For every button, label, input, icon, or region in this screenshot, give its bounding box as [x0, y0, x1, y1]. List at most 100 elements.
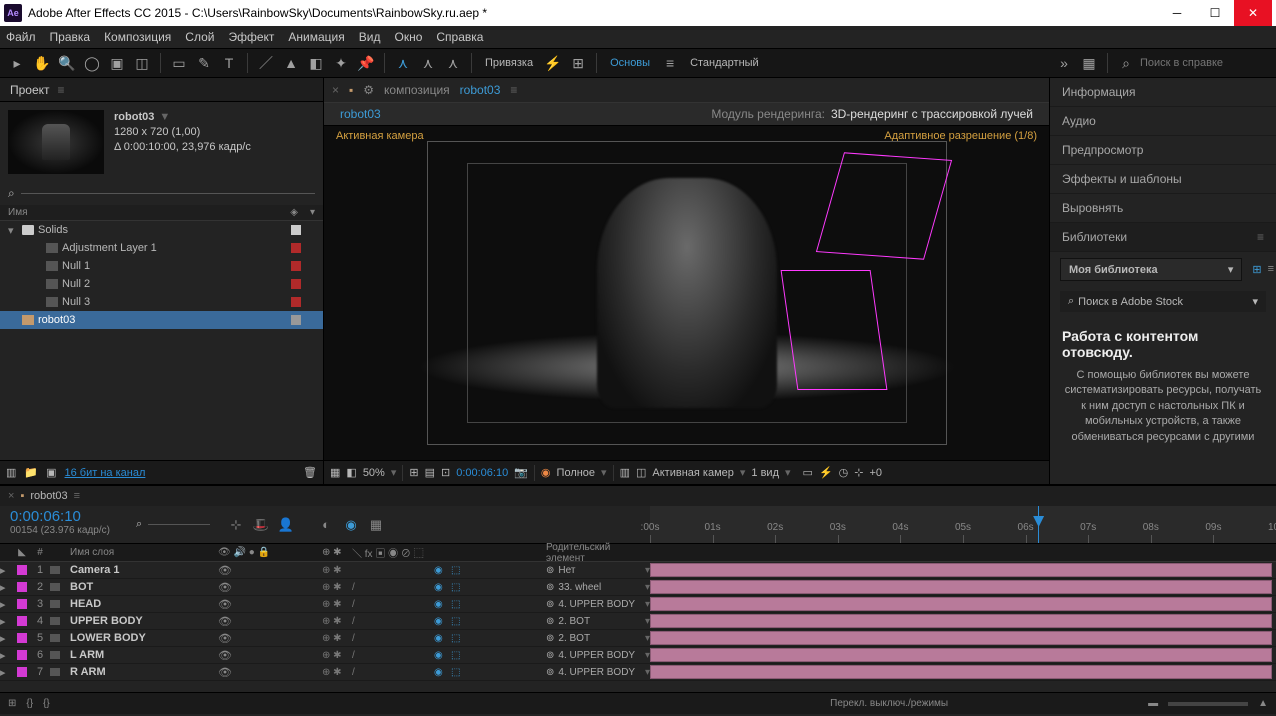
zoom-slider[interactable] — [1168, 702, 1248, 706]
layer-row[interactable]: ▸ 6 L ARM 👁 ⊕ ✱ / ◉ ⬚ ⊚4. UPPER BODY▾ — [0, 647, 1276, 664]
camera-tool-icon[interactable]: ◫ — [131, 52, 153, 74]
exposure-icon[interactable]: +0 — [869, 467, 882, 479]
pen-tool-icon[interactable]: ✎ — [193, 52, 215, 74]
menu-lines-icon[interactable]: ≡ — [659, 52, 681, 74]
menu-эффект[interactable]: Эффект — [228, 30, 274, 44]
panel-libraries[interactable]: Библиотеки≡ — [1050, 223, 1276, 252]
draft3d-icon[interactable]: 🎩 — [251, 515, 271, 535]
grid-icon[interactable]: ▦ — [330, 466, 340, 479]
viewport[interactable]: Активная камера Адаптивное разрешение (1… — [324, 126, 1049, 460]
brackets2-icon[interactable]: {} — [43, 698, 50, 709]
folder-row[interactable]: ▾ Solids — [0, 221, 323, 239]
library-dropdown[interactable]: Моя библиотека▾ — [1060, 258, 1242, 281]
asset-row[interactable]: Null 2 — [0, 275, 323, 293]
breadcrumb[interactable]: robot03 — [340, 107, 381, 121]
menu-файл[interactable]: Файл — [6, 30, 36, 44]
layer-row[interactable]: ▸ 2 BOT 👁 ⊕ ✱ / ◉ ⬚ ⊚33. wheel▾ — [0, 579, 1276, 596]
minimize-button[interactable]: ─ — [1158, 0, 1196, 26]
maximize-button[interactable]: ☐ — [1196, 0, 1234, 26]
asset-row[interactable]: robot03 — [0, 311, 323, 329]
selection-tool-icon[interactable]: ▸ — [6, 52, 28, 74]
search-icon[interactable]: ⌕ — [8, 186, 15, 201]
panel-audio[interactable]: Аудио — [1050, 107, 1276, 136]
layer-row[interactable]: ▸ 4 UPPER BODY 👁 ⊕ ✱ / ◉ ⬚ ⊚2. BOT▾ — [0, 613, 1276, 630]
asset-row[interactable]: Adjustment Layer 1 — [0, 239, 323, 257]
overflow-icon[interactable]: » — [1053, 52, 1075, 74]
snap-grid-icon[interactable]: ⊞ — [567, 52, 589, 74]
quality-dropdown[interactable]: Полное — [557, 467, 596, 479]
clone-tool-icon[interactable]: ▲ — [280, 52, 302, 74]
layer-row[interactable]: ▸ 1 Camera 1 👁 ⊕ ✱ ◉ ⬚ ⊚Нет▾ — [0, 562, 1276, 579]
playhead[interactable] — [1038, 506, 1039, 543]
zoom-tool-icon[interactable]: 🔍 — [56, 52, 78, 74]
timeline-ruler[interactable]: :00s01s02s03s04s05s06s07s08s09s10s — [650, 506, 1276, 543]
trash-icon[interactable]: 🗑 — [303, 466, 317, 479]
layer-row[interactable]: ▸ 7 R ARM 👁 ⊕ ✱ / ◉ ⬚ ⊚4. UPPER BODY▾ — [0, 664, 1276, 681]
cc-icon[interactable]: ▦ — [1078, 52, 1100, 74]
transparency-icon[interactable]: ▤ — [425, 466, 435, 479]
brush-tool-icon[interactable]: ／ — [255, 52, 277, 74]
puppet-tool-icon[interactable]: 📌 — [355, 52, 377, 74]
text-tool-icon[interactable]: T — [218, 52, 240, 74]
toggle-modes-button[interactable]: Перекл. выключ./режимы — [830, 698, 948, 709]
view-icon[interactable]: ◫ — [636, 466, 646, 479]
resolution-icon[interactable]: ⊞ — [409, 466, 418, 479]
comp-mini-flowchart-icon[interactable]: ⊹ — [226, 515, 246, 535]
view-count-dropdown[interactable]: 1 вид — [751, 467, 779, 479]
close-timeline-tab-icon[interactable]: × — [8, 490, 14, 502]
mask-toggle-icon[interactable]: ◧ — [346, 466, 356, 479]
axis-view-icon[interactable]: ⋏ — [442, 52, 464, 74]
orbit-tool-icon[interactable]: ◯ — [81, 52, 103, 74]
pixel-aspect-icon[interactable]: ▭ — [803, 466, 813, 479]
asset-row[interactable]: Null 3 — [0, 293, 323, 311]
flowchart-icon[interactable]: ⊹ — [854, 466, 863, 479]
channel-icon[interactable]: ◉ — [541, 466, 551, 479]
axis-local-icon[interactable]: ⋏ — [392, 52, 414, 74]
brackets-icon[interactable]: {} — [26, 698, 33, 709]
new-comp-icon[interactable]: ▣ — [46, 466, 56, 479]
camera-view-dropdown[interactable]: Активная камер — [652, 467, 733, 479]
workspace-label[interactable]: Стандартный — [684, 57, 765, 69]
current-time[interactable]: 0:00:06:10 — [456, 467, 508, 479]
guides-icon[interactable]: ⊡ — [441, 466, 450, 479]
timeline-current-time[interactable]: 0:00:06:10 — [10, 508, 118, 525]
fast-preview-icon[interactable]: ⚡ — [819, 466, 833, 479]
rectangle-tool-icon[interactable]: ▭ — [168, 52, 190, 74]
panel-preview[interactable]: Предпросмотр — [1050, 136, 1276, 165]
snap-toggle-icon[interactable]: ⚡ — [542, 52, 564, 74]
timeline-icon[interactable]: ◷ — [839, 466, 849, 479]
asset-row[interactable]: Null 1 — [0, 257, 323, 275]
graph-editor-icon[interactable]: ▦ — [366, 515, 386, 535]
menu-анимация[interactable]: Анимация — [288, 30, 344, 44]
menu-правка[interactable]: Правка — [50, 30, 91, 44]
layer-row[interactable]: ▸ 5 LOWER BODY 👁 ⊕ ✱ / ◉ ⬚ ⊚2. BOT▾ — [0, 630, 1276, 647]
zoom-dropdown[interactable]: 50% — [363, 467, 385, 479]
close-tab-icon[interactable]: × — [332, 83, 339, 97]
panel-align[interactable]: Выровнять — [1050, 194, 1276, 223]
folder-icon[interactable]: 📁 — [24, 466, 38, 479]
panel-info[interactable]: Информация — [1050, 78, 1276, 107]
view-layout-icon[interactable]: ▥ — [620, 466, 630, 479]
zoom-out-icon[interactable]: ▬ — [1148, 698, 1158, 709]
roto-tool-icon[interactable]: ✦ — [330, 52, 352, 74]
col-name[interactable]: Имя — [8, 207, 290, 218]
rotate-tool-icon[interactable]: ▣ — [106, 52, 128, 74]
menu-слой[interactable]: Слой — [185, 30, 214, 44]
adobe-stock-search[interactable]: ⌕ Поиск в Adobe Stock ▾ — [1060, 291, 1266, 312]
motion-blur-icon[interactable]: ◉ — [341, 515, 361, 535]
bit-depth[interactable]: 16 бит на канал — [65, 467, 146, 479]
help-search-input[interactable] — [1140, 57, 1270, 69]
menu-справка[interactable]: Справка — [436, 30, 483, 44]
menu-вид[interactable]: Вид — [359, 30, 381, 44]
interpret-icon[interactable]: ▥ — [6, 466, 16, 479]
basics-label[interactable]: Основы — [604, 57, 656, 69]
snap-label[interactable]: Привязка — [479, 57, 539, 69]
menu-окно[interactable]: Окно — [394, 30, 422, 44]
axis-world-icon[interactable]: ⋏ — [417, 52, 439, 74]
menu-композиция[interactable]: Композиция — [104, 30, 171, 44]
project-tab[interactable]: Проект≡ — [0, 78, 323, 102]
toggle-switches-icon[interactable]: ⊞ — [8, 698, 16, 709]
shy-icon[interactable]: 👤 — [276, 515, 296, 535]
panel-effects[interactable]: Эффекты и шаблоны — [1050, 165, 1276, 194]
layer-row[interactable]: ▸ 3 HEAD 👁 ⊕ ✱ / ◉ ⬚ ⊚4. UPPER BODY▾ — [0, 596, 1276, 613]
